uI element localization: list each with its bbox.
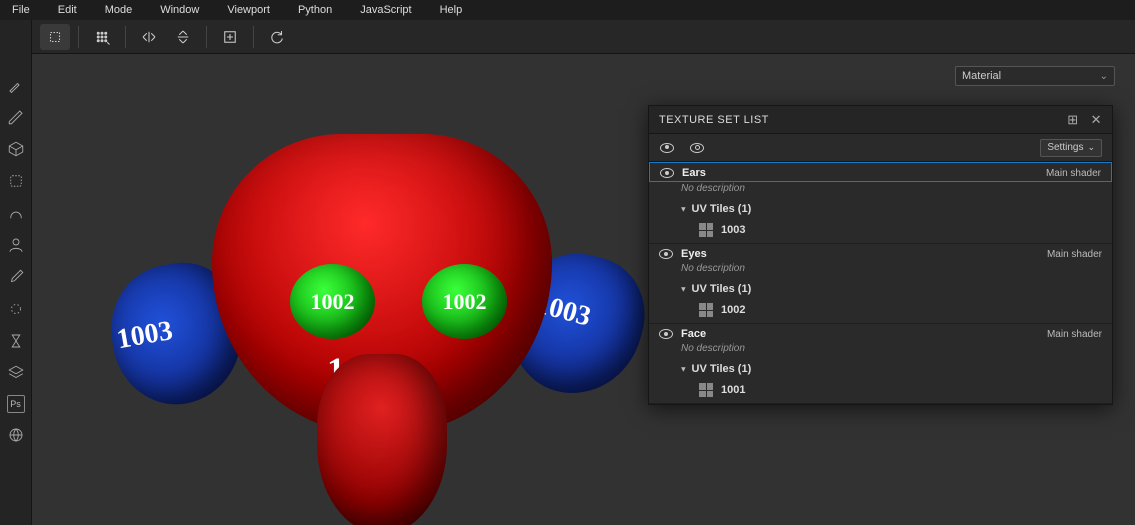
eye-left: 1002 xyxy=(290,264,375,339)
texture-set-description: No description xyxy=(649,262,1112,279)
tile-grid-icon xyxy=(699,383,713,397)
shader-label: Main shader xyxy=(1047,329,1102,340)
texture-set-list: Ears Main shader No description ▸ UV Til… xyxy=(649,162,1112,404)
separator xyxy=(206,26,207,48)
settings-button[interactable]: Settings ⌄ xyxy=(1040,139,1102,157)
texture-set-name: Ears xyxy=(682,167,706,179)
snout-mesh xyxy=(317,354,447,525)
texture-set-description: No description xyxy=(649,342,1112,359)
close-icon[interactable]: ✕ xyxy=(1091,112,1102,128)
chevron-down-icon: ⌄ xyxy=(1087,142,1095,153)
visibility-icon[interactable] xyxy=(660,168,674,178)
visibility-icon[interactable] xyxy=(659,329,673,339)
uv-tile-row[interactable]: 1002 xyxy=(649,299,1112,323)
chevron-down-icon: ▸ xyxy=(678,207,689,212)
refresh-icon[interactable] xyxy=(262,24,292,50)
uv-tile-row[interactable]: 1001 xyxy=(649,379,1112,403)
tool-strip: Ps xyxy=(0,20,32,525)
menu-help[interactable]: Help xyxy=(426,4,477,16)
chevron-down-icon: ▸ xyxy=(678,367,689,372)
texture-set-row[interactable]: Ears Main shader No description ▸ UV Til… xyxy=(649,162,1112,244)
menu-python[interactable]: Python xyxy=(284,4,346,16)
visibility-icon[interactable] xyxy=(659,249,673,259)
menu-window[interactable]: Window xyxy=(146,4,213,16)
texture-set-row[interactable]: Eyes Main shader No description ▸ UV Til… xyxy=(649,244,1112,324)
visibility-single-icon[interactable] xyxy=(689,140,705,156)
menu-mode[interactable]: Mode xyxy=(91,4,147,16)
uv-tiles-toggle[interactable]: ▸ UV Tiles (1) xyxy=(649,279,1112,299)
mark-icon[interactable] xyxy=(6,299,26,319)
separator xyxy=(125,26,126,48)
settings-label: Settings xyxy=(1047,142,1083,153)
ear-left-tile-label: 1003 xyxy=(114,315,175,356)
grid-snap-icon[interactable] xyxy=(87,24,117,50)
texture-set-name: Face xyxy=(681,328,706,340)
uv-tiles-label: UV Tiles (1) xyxy=(692,283,752,295)
material-dropdown[interactable]: Material ⌄ xyxy=(955,66,1115,86)
uv-tiles-label: UV Tiles (1) xyxy=(692,203,752,215)
symmetry-y-icon[interactable] xyxy=(168,24,198,50)
panel-subheader: Settings ⌄ xyxy=(649,134,1112,162)
uv-tiles-toggle[interactable]: ▸ UV Tiles (1) xyxy=(649,199,1112,219)
cube-icon[interactable] xyxy=(6,139,26,159)
panel-header[interactable]: TEXTURE SET LIST ⊞ ✕ xyxy=(649,106,1112,134)
bounding-box-icon[interactable] xyxy=(40,24,70,50)
chevron-down-icon: ⌄ xyxy=(1100,71,1108,82)
eye-left-tile-label: 1002 xyxy=(311,289,355,315)
shader-label: Main shader xyxy=(1047,249,1102,260)
menu-edit[interactable]: Edit xyxy=(44,4,91,16)
uv-tile-id: 1003 xyxy=(721,224,745,236)
panel-title: TEXTURE SET LIST xyxy=(659,114,769,126)
texture-set-list-panel: TEXTURE SET LIST ⊞ ✕ Settings ⌄ Ears Mai… xyxy=(648,105,1113,405)
menu-file[interactable]: File xyxy=(4,4,44,16)
separator xyxy=(253,26,254,48)
menu-viewport[interactable]: Viewport xyxy=(213,4,284,16)
separator xyxy=(78,26,79,48)
material-dropdown-label: Material xyxy=(962,70,1001,82)
uv-tiles-toggle[interactable]: ▸ UV Tiles (1) xyxy=(649,359,1112,379)
menu-javascript[interactable]: JavaScript xyxy=(346,4,425,16)
uv-tile-row[interactable]: 1003 xyxy=(649,219,1112,243)
panel-layout-icon[interactable]: ⊞ xyxy=(1067,112,1078,128)
uv-tile-id: 1002 xyxy=(721,304,745,316)
texture-set-row[interactable]: Face Main shader No description ▸ UV Til… xyxy=(649,324,1112,404)
globe-icon[interactable] xyxy=(6,425,26,445)
monkey-head-mesh: 1003 1003 1002 1002 1001 xyxy=(142,124,622,525)
eyedropper-icon[interactable] xyxy=(6,267,26,287)
viewport-toolbar xyxy=(32,20,1135,54)
add-target-icon[interactable] xyxy=(215,24,245,50)
edge-icon[interactable] xyxy=(6,203,26,223)
uv-tiles-label: UV Tiles (1) xyxy=(692,363,752,375)
visibility-all-icon[interactable] xyxy=(659,140,675,156)
tile-grid-icon xyxy=(699,303,713,317)
chevron-down-icon: ▸ xyxy=(678,287,689,292)
shader-label: Main shader xyxy=(1046,168,1101,179)
eye-right: 1002 xyxy=(422,264,507,339)
user-icon[interactable] xyxy=(6,235,26,255)
menubar: File Edit Mode Window Viewport Python Ja… xyxy=(0,0,1135,20)
eye-right-tile-label: 1002 xyxy=(443,289,487,315)
mask-icon[interactable] xyxy=(6,171,26,191)
ps-icon[interactable]: Ps xyxy=(7,395,25,413)
symmetry-x-icon[interactable] xyxy=(134,24,164,50)
texture-set-description: No description xyxy=(649,182,1112,199)
hourglass-icon[interactable] xyxy=(6,331,26,351)
tile-grid-icon xyxy=(699,223,713,237)
uv-tile-id: 1001 xyxy=(721,384,745,396)
texture-set-name: Eyes xyxy=(681,248,707,260)
pencil-icon[interactable] xyxy=(6,107,26,127)
brush-icon[interactable] xyxy=(6,75,26,95)
layers-icon[interactable] xyxy=(6,363,26,383)
